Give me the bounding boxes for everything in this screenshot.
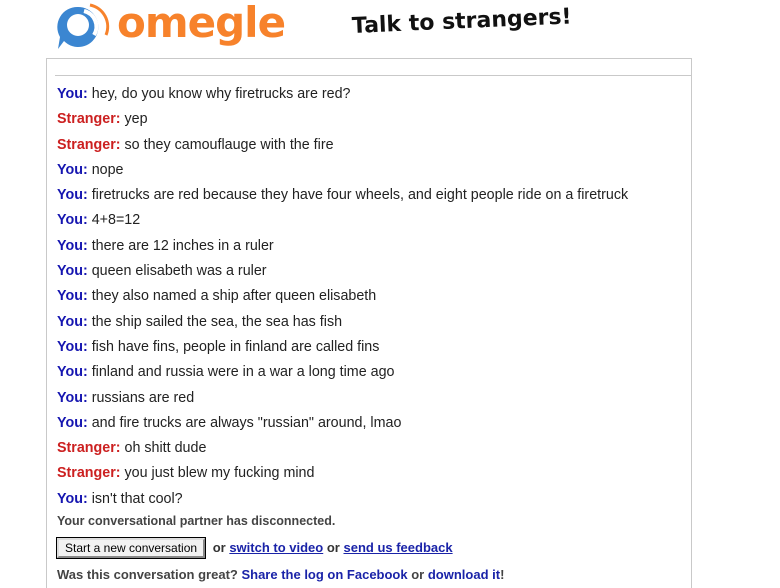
or-text: or [411,567,425,582]
chat-message: Stranger: you just blew my fucking mind [57,465,315,482]
message-speaker: You [57,364,83,381]
chat-message: You: russians are red [57,389,195,406]
message-speaker: You [57,338,83,355]
message-text: russians are red [91,389,195,406]
footer-end: ! [500,567,505,582]
message-speaker: You [57,161,83,178]
disconnect-status: Your conversational partner has disconne… [57,514,336,528]
message-text: finland and russia were in a war a long … [91,364,395,381]
message-speaker: You [57,313,83,330]
message-text: 4+8=12 [91,212,141,229]
message-speaker: You [57,414,83,431]
download-log-link[interactable]: download it [428,567,500,582]
message-text: they also named a ship after queen elisa… [91,288,377,305]
actions-bar: Start a new conversation or switch to vi… [57,538,453,558]
footer: Was this conversation great? Share the l… [57,567,504,582]
message-speaker: You [57,237,83,254]
message-speaker: You [57,212,83,229]
message-text: so they camouflauge with the fire [124,136,334,153]
message-speaker: You [57,288,83,305]
message-text: there are 12 inches in a ruler [91,237,274,254]
message-text: fish have fins, people in finland are ca… [91,338,380,355]
message-text: you just blew my fucking mind [124,465,315,482]
chat-message: You: isn't that cool? [57,490,183,507]
send-feedback-link[interactable]: send us feedback [343,540,452,555]
chat-message: You: there are 12 inches in a ruler [57,237,274,254]
chat-message: You: and fire trucks are always "russian… [57,414,402,431]
share-facebook-link[interactable]: Share the log on Facebook [241,567,407,582]
message-speaker: You [57,490,83,507]
chat-message: Stranger: oh shitt dude [57,440,207,457]
chat-message: You: they also named a ship after queen … [57,288,377,305]
message-speaker: Stranger [57,440,116,457]
chat-message: You: 4+8=12 [57,212,141,229]
message-text: the ship sailed the sea, the sea has fis… [91,313,343,330]
message-speaker: Stranger [57,136,116,153]
message-text: firetrucks are red because they have fou… [91,187,629,204]
header: omegle Talk to strangers! [0,0,780,58]
message-text: hey, do you know why firetrucks are red? [91,86,351,102]
chat-message: You: nope [57,161,124,178]
message-text: oh shitt dude [124,440,207,457]
footer-question: Was this conversation great? [57,567,238,582]
switch-to-video-link[interactable]: switch to video [229,540,323,555]
chat-message: Stranger: yep [57,111,148,128]
or-text: or [212,540,226,555]
message-speaker: You [57,86,83,102]
message-speaker: Stranger [57,465,116,482]
message-speaker: You [57,187,83,204]
message-speaker: You [57,389,83,406]
chat-message: You: firetrucks are red because they hav… [57,187,629,204]
message-text: nope [91,161,124,178]
or-text: or [326,540,340,555]
message-text: and fire trucks are always "russian" aro… [91,414,402,431]
chat-message: You: finland and russia were in a war a … [57,364,395,381]
chat-message: You: fish have fins, people in finland a… [57,338,380,355]
chat-message: Stranger: so they camouflauge with the f… [57,136,334,153]
chat-message: You: hey, do you know why firetrucks are… [57,86,351,102]
chat-message: You: the ship sailed the sea, the sea ha… [57,313,343,330]
new-conversation-button[interactable]: Start a new conversation [57,538,206,558]
omegle-logo-icon [57,3,110,50]
message-speaker: You [57,263,83,280]
message-text: isn't that cool? [91,490,183,507]
message-list: You: hey, do you know why firetrucks are… [57,83,628,513]
chat-message: You: queen elisabeth was a ruler [57,263,267,280]
message-text: queen elisabeth was a ruler [91,263,267,280]
message-speaker: Stranger [57,111,116,128]
tagline: Talk to strangers! [351,4,573,39]
logo-text: omegle [117,0,286,47]
message-text: yep [124,111,148,128]
